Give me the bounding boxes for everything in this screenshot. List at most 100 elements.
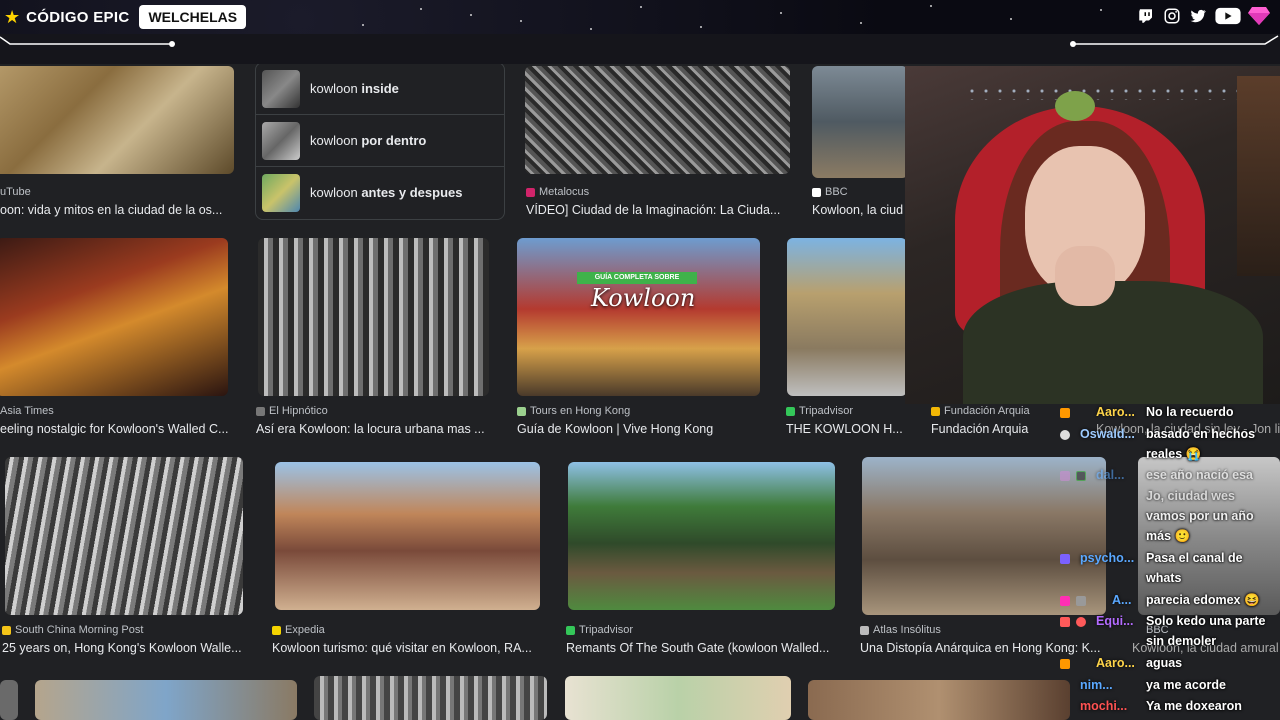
chat-username: Aaro... — [1096, 656, 1135, 670]
chat-text: reales 😭 — [1146, 447, 1202, 461]
favicon — [566, 625, 575, 635]
chat-username: A... — [1112, 593, 1132, 607]
screen: ★ CÓDIGO EPIC WELCHELAS uTube oon: vida … — [0, 0, 1280, 720]
social-links — [1136, 6, 1270, 26]
result-source: Tripadvisor — [799, 405, 853, 417]
chat-text: ese año nació esa — [1146, 468, 1254, 482]
result-title[interactable]: Remants Of The South Gate (kowloon Walle… — [566, 641, 836, 655]
overlay-line-right — [1070, 35, 1279, 47]
result-source: Atlas Insólitus — [873, 624, 941, 636]
favicon — [2, 625, 11, 635]
favicon — [860, 625, 869, 635]
brand-logo: ★ CÓDIGO EPIC WELCHELAS — [4, 4, 247, 30]
result-source: uTube — [0, 186, 31, 198]
twitch-icon[interactable] — [1136, 6, 1156, 26]
result-title[interactable]: Fundación Arquia — [931, 422, 1061, 436]
chat-overlay: Aaro... No la recuerdo Oswald... basado … — [1056, 402, 1280, 720]
chat-text: parecia edomex 😆 — [1146, 593, 1260, 607]
result-thumbnail[interactable] — [0, 238, 228, 396]
chat-text: más 🙂 — [1146, 529, 1191, 543]
result-title[interactable]: VÍDEO] Ciudad de la Imaginación: La Ciud… — [526, 203, 788, 217]
gem-icon — [1248, 6, 1270, 26]
related-search-item[interactable]: kowloon por dentro — [256, 115, 504, 167]
chat-text: aguas — [1146, 656, 1183, 670]
stream-overlay-bar: ★ CÓDIGO EPIC WELCHELAS — [0, 0, 1280, 34]
result-source: Tripadvisor — [579, 624, 633, 636]
related-search-item[interactable]: kowloon inside — [256, 63, 504, 115]
result-thumbnail[interactable] — [275, 462, 540, 610]
chat-text: Jo, ciudad wes — [1146, 489, 1235, 503]
favicon — [256, 406, 265, 416]
chat-text: basado en hechos — [1146, 427, 1256, 441]
result-thumbnail[interactable]: GUÍA COMPLETA SOBRE Kowloon — [517, 238, 760, 396]
result-thumbnail[interactable] — [525, 66, 790, 174]
result-source: South China Morning Post — [15, 624, 144, 636]
result-thumbnail[interactable] — [565, 676, 791, 720]
favicon — [812, 187, 821, 197]
chat-text: Ya me doxearon — [1146, 699, 1242, 713]
result-thumbnail[interactable] — [0, 66, 234, 174]
result-source: Expedia — [285, 624, 325, 636]
chat-username: dal... — [1096, 468, 1125, 482]
chat-username: mochi... — [1080, 699, 1128, 713]
banner-title: Kowloon — [591, 284, 696, 312]
instagram-icon[interactable] — [1162, 6, 1182, 26]
related-thumbnail — [262, 122, 300, 160]
related-thumbnail — [262, 174, 300, 212]
related-prefix: kowloon — [310, 81, 358, 96]
youtube-icon[interactable] — [1214, 6, 1242, 26]
result-thumbnail[interactable] — [568, 462, 835, 610]
chat-text: Solo kedo una parte — [1146, 614, 1266, 628]
brand-code: CÓDIGO EPIC — [26, 8, 130, 26]
result-thumbnail[interactable] — [314, 676, 547, 720]
favicon — [786, 406, 795, 416]
result-source: El Hipnótico — [269, 405, 328, 417]
chat-text: No la recuerdo — [1146, 405, 1234, 419]
result-title[interactable]: Kowloon, la ciud — [812, 203, 905, 217]
banner-label: GUÍA COMPLETA SOBRE — [577, 272, 697, 284]
result-title[interactable]: Kowloon turismo: qué visitar en Kowloon,… — [272, 641, 542, 655]
chat-text: ya me acorde — [1146, 678, 1226, 692]
chat-username: Aaro... — [1096, 405, 1135, 419]
chat-text: Pasa el canal de — [1146, 551, 1243, 565]
result-thumbnail[interactable] — [812, 66, 908, 178]
chat-text: vamos por un año — [1146, 509, 1254, 523]
result-title[interactable]: Guía de Kowloon | Vive Hong Kong — [517, 422, 760, 436]
brand-name: WELCHELAS — [139, 5, 247, 29]
related-searches: kowloon inside kowloon por dentro kowloo… — [255, 62, 505, 220]
related-prefix: kowloon — [310, 133, 358, 148]
result-thumbnail[interactable] — [787, 238, 907, 396]
favicon — [517, 406, 526, 416]
result-title[interactable]: Así era Kowloon: la locura urbana mas ..… — [256, 422, 492, 436]
chat-text: whats — [1146, 571, 1182, 585]
twitter-icon[interactable] — [1188, 6, 1208, 26]
related-search-item[interactable]: kowloon antes y despues — [256, 167, 504, 219]
result-thumbnail[interactable] — [35, 680, 297, 720]
result-source: BBC — [825, 186, 848, 198]
related-suffix: antes y despues — [361, 185, 463, 200]
result-source: Fundación Arquia — [944, 405, 1030, 417]
chat-username: Oswald... — [1080, 427, 1135, 441]
result-thumbnail[interactable] — [808, 680, 1070, 720]
result-title[interactable]: 25 years on, Hong Kong's Kowloon Walle..… — [2, 641, 247, 655]
chat-username: nim... — [1080, 678, 1113, 692]
related-thumbnail — [262, 70, 300, 108]
result-title[interactable]: eeling nostalgic for Kowloon's Walled C.… — [0, 422, 230, 436]
related-prefix: kowloon — [310, 185, 358, 200]
webcam-feed — [905, 66, 1280, 404]
related-suffix: por dentro — [361, 133, 427, 148]
result-thumbnail[interactable] — [258, 238, 489, 396]
favicon — [526, 187, 535, 197]
star-icon: ★ — [4, 7, 21, 27]
result-title[interactable]: THE KOWLOON H... — [786, 422, 906, 436]
favicon — [931, 406, 940, 416]
result-source: Metalocus — [539, 186, 590, 198]
chat-username: Equi... — [1096, 614, 1134, 628]
result-title[interactable]: oon: vida y mitos en la ciudad de la os.… — [0, 203, 235, 217]
result-thumbnail[interactable] — [5, 457, 243, 615]
related-suffix: inside — [361, 81, 399, 96]
chat-username: psycho... — [1080, 551, 1135, 565]
result-source: Tours en Hong Kong — [530, 405, 631, 417]
overlay-line-left — [0, 36, 175, 47]
result-thumbnail[interactable] — [0, 680, 18, 720]
